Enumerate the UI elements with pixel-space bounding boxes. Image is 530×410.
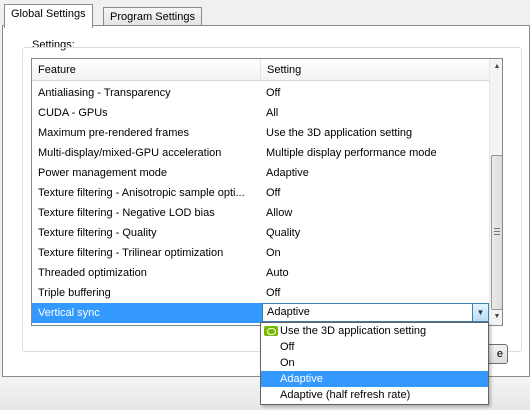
option-label: Use the 3D application setting: [280, 325, 427, 337]
feature-cell: Texture filtering - Negative LOD bias: [38, 207, 215, 219]
table-row[interactable]: Texture filtering - Quality Quality: [32, 223, 489, 243]
option-label: Off: [280, 341, 295, 353]
feature-cell: CUDA - GPUs: [38, 107, 108, 119]
table-row[interactable]: Texture filtering - Negative LOD bias Al…: [32, 203, 489, 223]
chevron-down-icon[interactable]: ▼: [472, 304, 488, 321]
feature-cell: Threaded optimization: [38, 267, 147, 279]
table-row[interactable]: Threaded optimization Auto: [32, 263, 489, 283]
table-row[interactable]: Antialiasing - Transparency Off: [32, 83, 489, 103]
option-label: Adaptive (half refresh rate): [280, 389, 411, 401]
feature-cell: Texture filtering - Trilinear optimizati…: [38, 247, 224, 259]
scrollbar-thumb[interactable]: [491, 155, 502, 310]
grip-icon: [494, 228, 500, 235]
feature-cell: Maximum pre-rendered frames: [38, 127, 189, 139]
column-header-setting[interactable]: Setting: [261, 59, 489, 81]
vertical-scrollbar[interactable]: ▲ ▼: [489, 59, 502, 325]
dropdown-option[interactable]: On: [261, 355, 488, 371]
setting-cell: Off: [266, 287, 281, 299]
feature-cell: Antialiasing - Transparency: [38, 87, 171, 99]
table-row[interactable]: Maximum pre-rendered frames Use the 3D a…: [32, 123, 489, 143]
feature-cell: Texture filtering - Anisotropic sample o…: [38, 187, 245, 199]
settings-list[interactable]: Feature Setting Antialiasing - Transpare…: [31, 58, 503, 326]
dropdown-option[interactable]: Adaptive (half refresh rate): [261, 387, 488, 403]
setting-cell: On: [266, 247, 281, 259]
settings-rows: Antialiasing - Transparency Off CUDA - G…: [32, 83, 489, 323]
feature-cell: Multi-display/mixed-GPU acceleration: [38, 147, 222, 159]
dropdown-option[interactable]: Off: [261, 339, 488, 355]
table-row[interactable]: CUDA - GPUs All: [32, 103, 489, 123]
setting-cell: Auto: [266, 267, 289, 279]
table-row[interactable]: Texture filtering - Anisotropic sample o…: [32, 183, 489, 203]
column-header-feature[interactable]: Feature: [32, 59, 261, 81]
table-row[interactable]: Triple buffering Off: [32, 283, 489, 303]
option-label: On: [280, 357, 295, 369]
feature-cell: Power management mode: [38, 167, 168, 179]
dropdown-option[interactable]: Use the 3D application setting: [261, 323, 488, 339]
setting-cell: Off: [266, 187, 281, 199]
combo-value: Adaptive: [267, 306, 310, 318]
feature-cell: Triple buffering: [38, 287, 111, 299]
option-label: Adaptive: [280, 373, 323, 385]
setting-cell: Off: [266, 87, 281, 99]
setting-cell: Use the 3D application setting: [266, 127, 413, 139]
setting-cell: Multiple display performance mode: [266, 147, 437, 159]
table-row[interactable]: Texture filtering - Trilinear optimizati…: [32, 243, 489, 263]
setting-cell: All: [266, 107, 279, 119]
nvidia-logo-icon: [264, 326, 278, 336]
feature-cell: Texture filtering - Quality: [38, 227, 157, 239]
setting-cell: Quality: [266, 227, 301, 239]
vertical-sync-combobox[interactable]: Adaptive ▼: [262, 303, 489, 322]
dropdown-option-highlighted[interactable]: Adaptive: [261, 371, 488, 387]
setting-cell: Adaptive: [266, 167, 309, 179]
vertical-sync-dropdown[interactable]: Use the 3D application setting Off On Ad…: [260, 322, 489, 405]
table-row[interactable]: Power management mode Adaptive: [32, 163, 489, 183]
table-row[interactable]: Multi-display/mixed-GPU acceleration Mul…: [32, 143, 489, 163]
list-header: Feature Setting: [32, 59, 489, 81]
feature-cell: Vertical sync: [38, 307, 100, 319]
setting-cell: Allow: [266, 207, 293, 219]
scroll-up-arrow-icon[interactable]: ▲: [490, 59, 502, 75]
scroll-down-arrow-icon[interactable]: ▼: [490, 309, 502, 325]
